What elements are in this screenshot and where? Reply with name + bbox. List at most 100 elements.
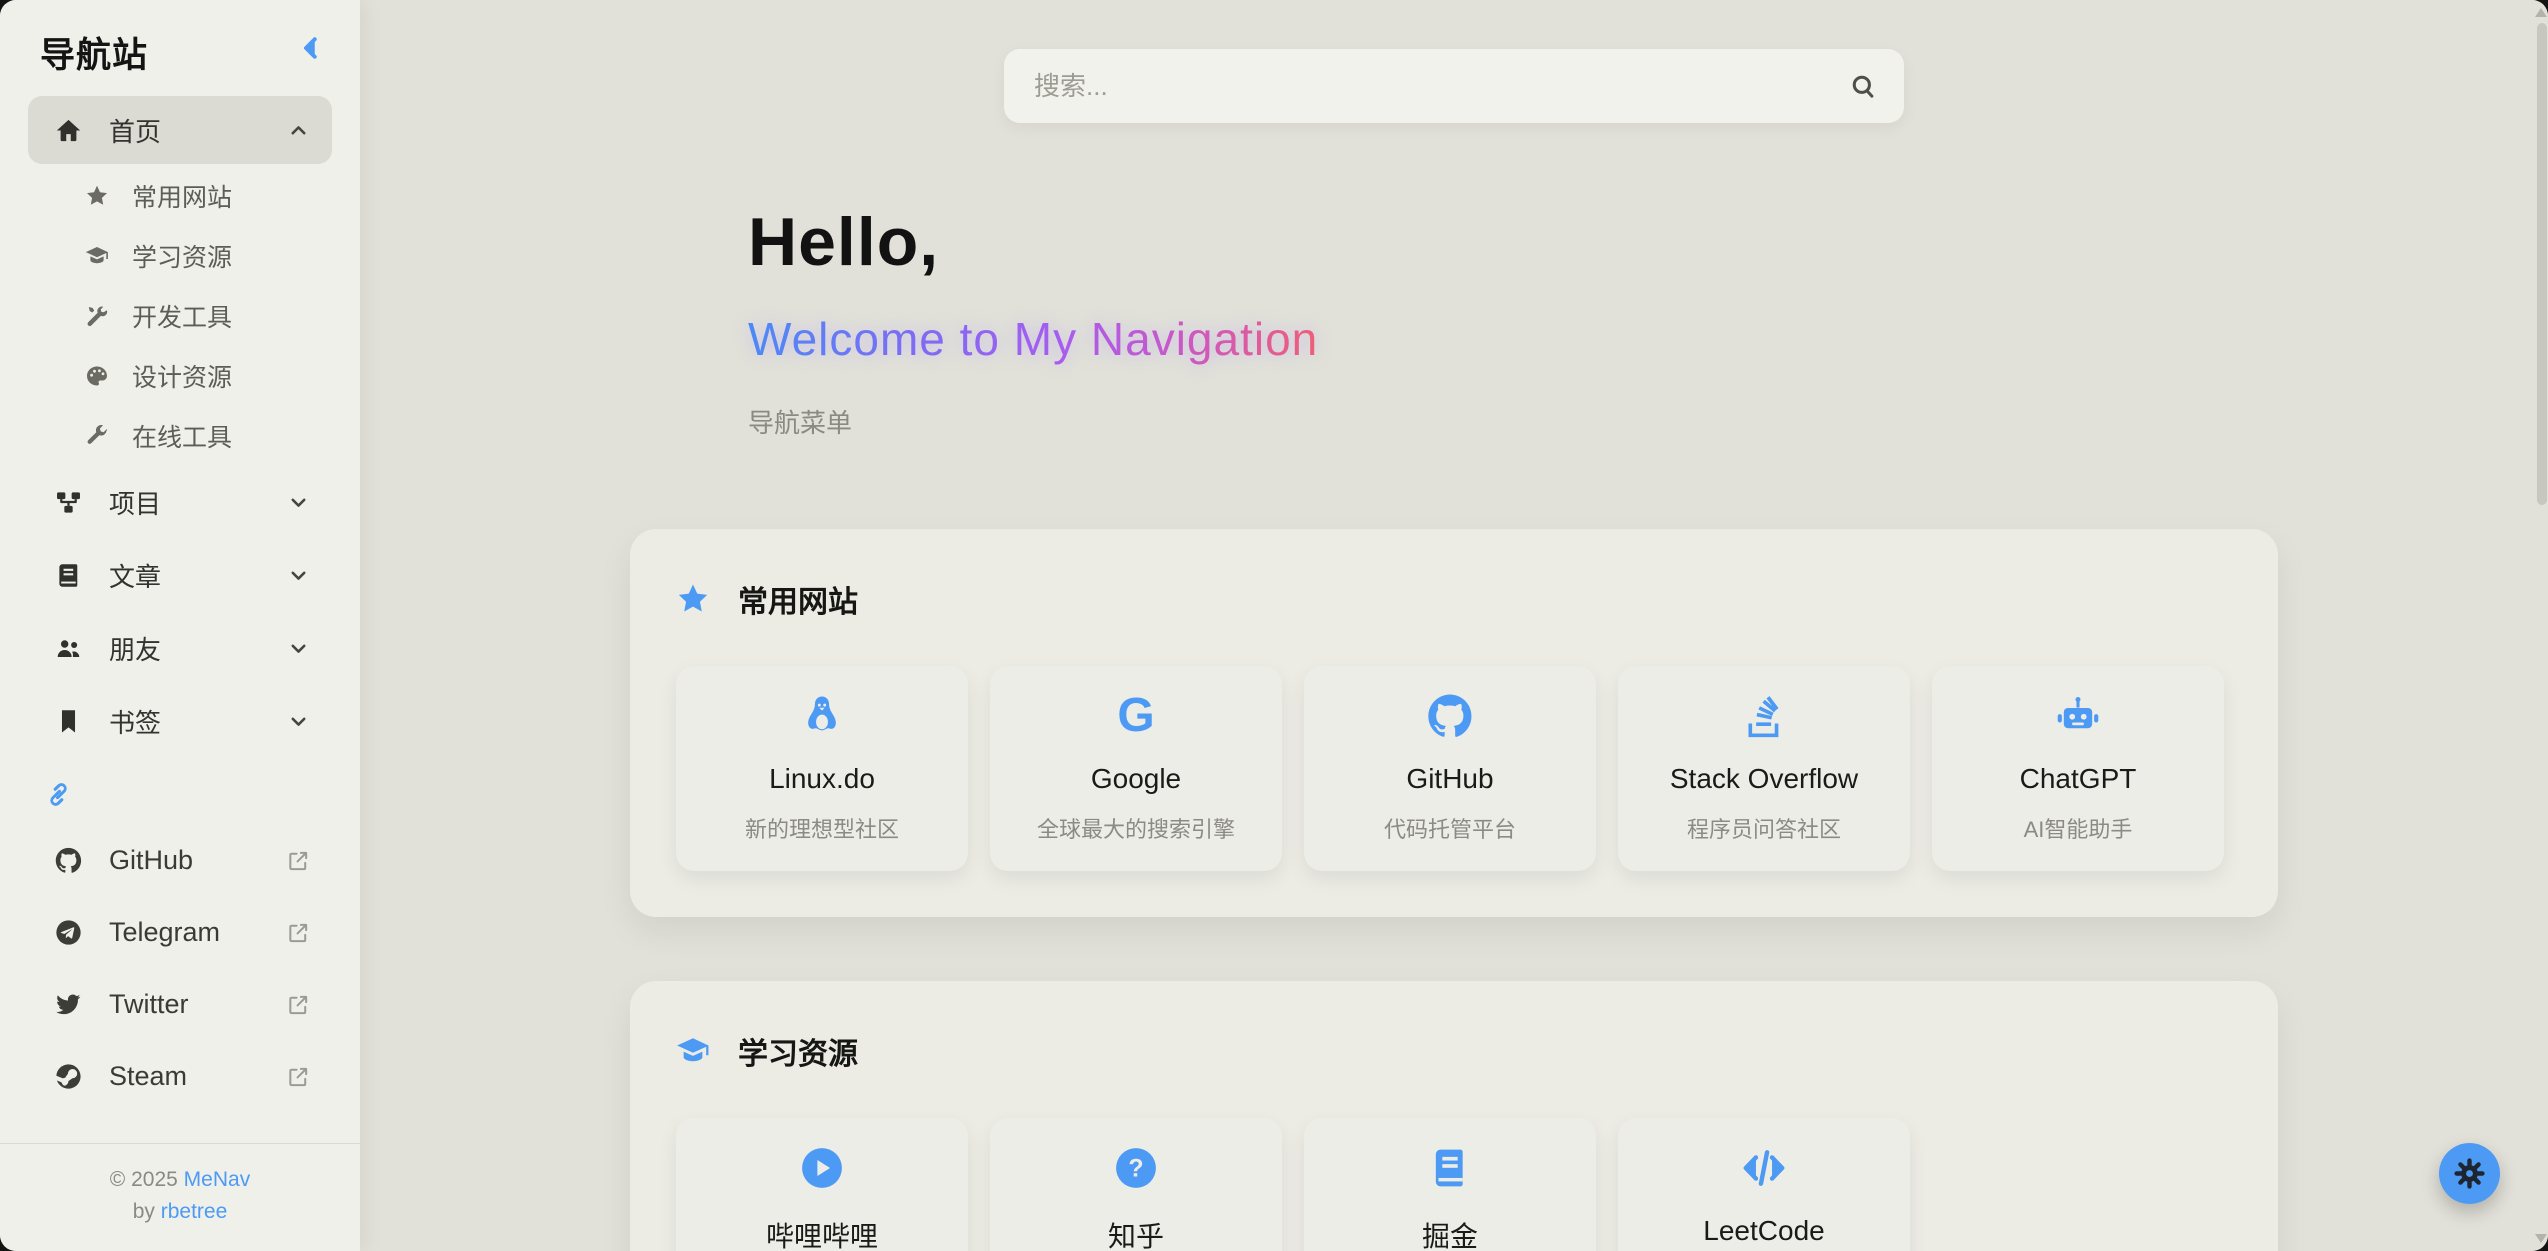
social-link-telegram[interactable]: Telegram — [28, 896, 332, 968]
site-card[interactable]: LeetCode — [1618, 1118, 1910, 1251]
social-link-steam[interactable]: Steam — [28, 1040, 332, 1112]
settings-button[interactable] — [2439, 1143, 2500, 1204]
sidebar-item-label: 文章 — [109, 557, 287, 594]
scrollbar — [2535, 0, 2547, 1251]
section-header: 常用网站 — [676, 577, 2232, 621]
sidebar-item-project[interactable]: 项目 — [28, 466, 332, 539]
social-link-label: Telegram — [109, 917, 287, 948]
site-card[interactable]: 哔哩哔哩 — [676, 1118, 968, 1251]
footer-author-line: by rbetree — [10, 1196, 350, 1229]
project-icon — [55, 489, 82, 516]
gear-icon — [2453, 1157, 2486, 1190]
external-link-icon — [287, 921, 310, 944]
stackoverflow-icon — [1741, 693, 1787, 739]
chevron-down-icon — [287, 637, 310, 660]
card-grid: Linux.do新的理想型社区GGoogle全球最大的搜索引擎GitHub代码托… — [676, 666, 2232, 871]
chevron-down-icon — [287, 710, 310, 733]
sidebar-item-friends[interactable]: 朋友 — [28, 612, 332, 685]
social-link-twitter[interactable]: Twitter — [28, 968, 332, 1040]
site-card[interactable]: ? 知乎 — [990, 1118, 1282, 1251]
question-icon: ? — [1113, 1145, 1159, 1191]
star-icon — [85, 184, 109, 208]
site-card[interactable]: ChatGPTAI智能助手 — [1932, 666, 2224, 871]
site-card[interactable]: GGoogle全球最大的搜索引擎 — [990, 666, 1282, 871]
by-text: by — [133, 1200, 155, 1223]
sidebar-subitem-star[interactable]: 常用网站 — [28, 166, 332, 226]
graduation-cap-icon — [676, 1034, 710, 1068]
menav-link[interactable]: MeNav — [184, 1168, 251, 1191]
sidebar-social: GitHub Telegram Twitter Steam — [0, 824, 360, 1112]
external-link-icon — [287, 1065, 310, 1088]
card-title: Google — [1091, 763, 1181, 795]
sidebar-header: 导航站 — [0, 0, 360, 94]
sidebar-subitem-palette[interactable]: 设计资源 — [28, 346, 332, 406]
social-link-label: GitHub — [109, 845, 287, 876]
sidebar-item-label: 首页 — [109, 112, 287, 149]
card-title: ChatGPT — [2020, 763, 2137, 795]
social-link-github[interactable]: GitHub — [28, 824, 332, 896]
linux-icon — [799, 693, 845, 739]
chevron-down-icon — [287, 564, 310, 587]
scrollbar-down-arrow[interactable] — [2535, 1234, 2547, 1243]
sidebar-subnav: 常用网站学习资源开发工具设计资源在线工具 — [0, 166, 360, 466]
steam-icon — [55, 1063, 82, 1090]
card-description: 全球最大的搜索引擎 — [1037, 812, 1235, 844]
sidebar-item-bookmark[interactable]: 书签 — [28, 685, 332, 758]
bookmark-icon — [55, 708, 82, 735]
sidebar-collapse-button[interactable] — [296, 33, 326, 63]
svg-text:?: ? — [1128, 1155, 1143, 1183]
footer-copyright-line: © 2025 MeNav — [10, 1164, 350, 1197]
sidebar-subitem-label: 学习资源 — [132, 238, 310, 274]
home-icon — [55, 117, 82, 144]
wrench-icon — [85, 424, 109, 448]
section-panel: 常用网站Linux.do新的理想型社区GGoogle全球最大的搜索引擎GitHu… — [630, 529, 2278, 917]
card-title: LeetCode — [1703, 1215, 1824, 1247]
chevron-down-icon — [287, 491, 310, 514]
sidebar-item-article[interactable]: 文章 — [28, 539, 332, 612]
app-window: 导航站 首页常用网站学习资源开发工具设计资源在线工具项目文章朋友书签 GitHu… — [0, 0, 2548, 1251]
search-bar — [1004, 49, 1904, 123]
card-description: 新的理想型社区 — [745, 812, 899, 844]
link-icon — [42, 778, 75, 811]
sidebar-subitem-tools[interactable]: 开发工具 — [28, 286, 332, 346]
section-panel: 学习资源哔哩哔哩? 知乎 掘金 LeetCode — [630, 981, 2278, 1251]
sidebar-subitem-graduation-cap[interactable]: 学习资源 — [28, 226, 332, 286]
external-link-icon — [287, 849, 310, 872]
sidebar-subitem-label: 在线工具 — [132, 418, 310, 454]
star-icon — [676, 582, 710, 616]
author-link[interactable]: rbetree — [161, 1200, 228, 1223]
card-description: 程序员问答社区 — [1687, 812, 1841, 844]
sidebar-subitem-label: 开发工具 — [132, 298, 310, 334]
stage: 导航站 首页常用网站学习资源开发工具设计资源在线工具项目文章朋友书签 GitHu… — [0, 0, 2548, 1251]
search-icon[interactable] — [1849, 72, 1877, 100]
copyright-text: © 2025 — [110, 1168, 178, 1191]
chevron-up-icon — [287, 119, 310, 142]
github-icon — [1427, 693, 1473, 739]
section-title: 学习资源 — [738, 1029, 858, 1073]
sidebar-item-home[interactable]: 首页 — [28, 96, 332, 164]
chevron-left-icon — [296, 33, 326, 63]
card-title: 掘金 — [1422, 1215, 1478, 1251]
site-card[interactable]: GitHub代码托管平台 — [1304, 666, 1596, 871]
site-card[interactable]: Stack Overflow 程序员问答社区 — [1618, 666, 1910, 871]
card-title: Stack Overflow — [1670, 763, 1858, 795]
juejin-book-icon — [1427, 1145, 1473, 1191]
hero-greeting: Hello, — [748, 203, 2278, 281]
sidebar-links-divider — [28, 764, 332, 824]
site-card[interactable]: Linux.do新的理想型社区 — [676, 666, 968, 871]
sidebar-item-label: 项目 — [109, 484, 287, 521]
tools-icon — [85, 304, 109, 328]
robot-icon — [2055, 693, 2101, 739]
hero: Hello, Welcome to My Navigation 导航菜单 — [630, 203, 2278, 440]
scrollbar-thumb[interactable] — [2537, 23, 2547, 505]
sidebar-item-label: 书签 — [109, 703, 287, 740]
social-link-label: Steam — [109, 1061, 287, 1092]
scrollbar-up-arrow[interactable] — [2535, 8, 2547, 17]
sidebar-subitem-wrench[interactable]: 在线工具 — [28, 406, 332, 466]
search-input[interactable] — [1004, 49, 1904, 123]
card-title: 知乎 — [1108, 1215, 1164, 1251]
sidebar: 导航站 首页常用网站学习资源开发工具设计资源在线工具项目文章朋友书签 GitHu… — [0, 0, 360, 1251]
site-card[interactable]: 掘金 — [1304, 1118, 1596, 1251]
palette-icon — [85, 364, 109, 388]
main-content: Hello, Welcome to My Navigation 导航菜单 常用网… — [360, 0, 2548, 1251]
